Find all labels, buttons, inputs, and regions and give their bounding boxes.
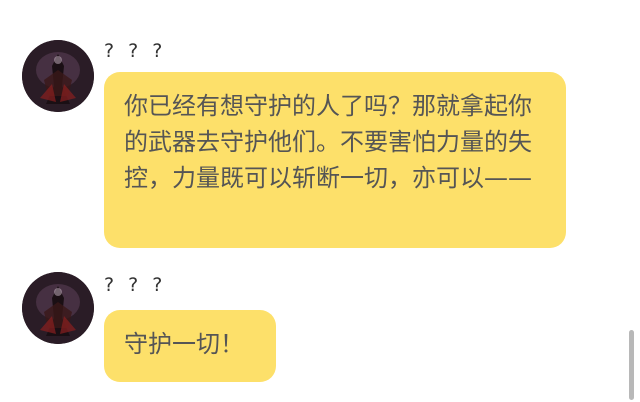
- dark-warrior-avatar-icon: [22, 40, 94, 112]
- scrollbar[interactable]: [629, 330, 634, 400]
- sender-name: ? ? ?: [104, 274, 167, 296]
- sender-avatar[interactable]: [22, 272, 94, 344]
- message-bubble[interactable]: 你已经有想守护的人了吗？那就拿起你的武器去守护他们。不要害怕力量的失控，力量既可…: [104, 72, 566, 248]
- sender-name: ? ? ?: [104, 40, 167, 62]
- dark-warrior-avatar-icon: [22, 272, 94, 344]
- message-bubble[interactable]: 守护一切！: [104, 310, 276, 382]
- sender-avatar[interactable]: [22, 40, 94, 112]
- chat-view: ? ? ? 你已经有想守护的人了吗？那就拿起你的武器去守护他们。不要害怕力量的失…: [0, 0, 640, 402]
